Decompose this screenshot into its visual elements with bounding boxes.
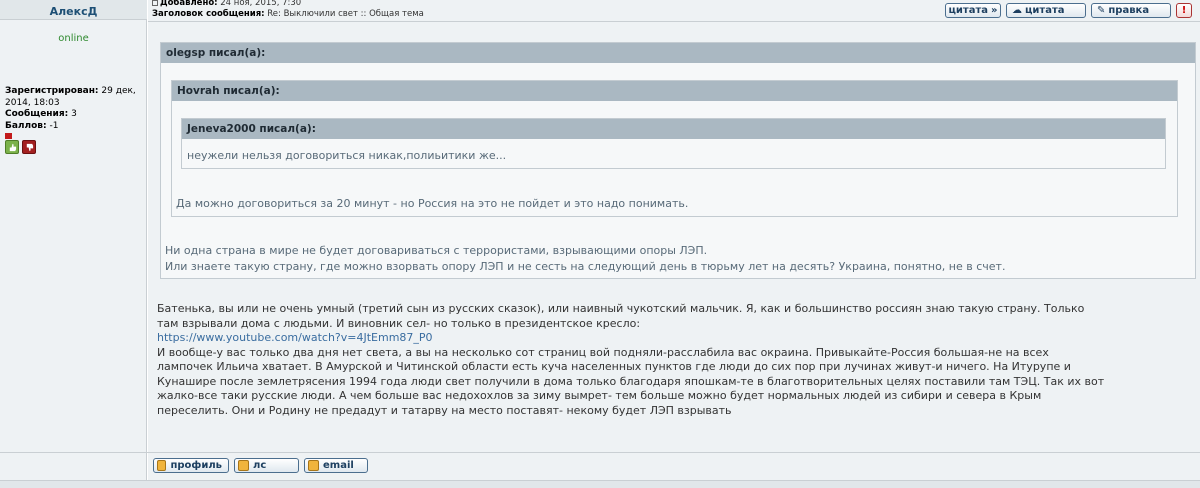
profile-icon bbox=[157, 460, 167, 471]
registered-row: Зарегистрирован: 29 дек, 2014, 18:03 bbox=[5, 86, 145, 109]
posts-label: Сообщения: bbox=[5, 109, 69, 119]
post-toolbar: цитата » ☁ цитата ✎ правка ! bbox=[945, 3, 1192, 18]
email-label: email bbox=[323, 460, 354, 471]
registered-label: Зарегистрирован: bbox=[5, 86, 99, 96]
envelope-icon bbox=[308, 460, 319, 471]
post-content: Добавлено: 24 ноя, 2015, 7:30 Заголовок … bbox=[148, 0, 1200, 480]
thumbs-up-icon[interactable] bbox=[5, 140, 19, 154]
username[interactable]: АлексД bbox=[50, 5, 98, 18]
quote-middle-text: Да можно договориться за 20 минут - но Р… bbox=[176, 197, 689, 210]
quote-outer-line-2: Или знаете такую страну, где можно взорв… bbox=[165, 260, 1006, 273]
posts-value: 3 bbox=[71, 109, 77, 119]
profile-button[interactable]: профиль bbox=[153, 458, 229, 473]
message-icon bbox=[238, 460, 249, 471]
points-row: Баллов: -1 bbox=[5, 121, 145, 133]
subject-value: Re: Выключили свет :: Общая тема bbox=[267, 9, 424, 19]
pm-button[interactable]: лс bbox=[234, 458, 299, 473]
post-icon bbox=[152, 0, 158, 6]
double-chevron-down-icon: » bbox=[991, 5, 998, 16]
quote-outer-text: Ни одна страна в мире не будет договарив… bbox=[165, 243, 1005, 275]
quote-selected-button[interactable]: цитата » bbox=[945, 3, 1001, 18]
posts-row: Сообщения: 3 bbox=[5, 109, 145, 121]
points-value: -1 bbox=[49, 120, 59, 131]
report-button[interactable]: ! bbox=[1176, 3, 1192, 18]
added-label: Добавлено: bbox=[160, 0, 218, 8]
user-sidebar: АлексД online Зарегистрирован: 29 дек, 2… bbox=[0, 0, 147, 480]
pencil-icon: ✎ bbox=[1097, 5, 1106, 16]
user-info: Зарегистрирован: 29 дек, 2014, 18:03 Соо… bbox=[5, 86, 145, 139]
quote-inner-author: Jeneva2000 писал(а): bbox=[182, 119, 1165, 139]
body-line-7: переселить. Они и Родину не предадут и т… bbox=[157, 403, 732, 417]
report-label: ! bbox=[1181, 5, 1187, 16]
post-meta: Добавлено: 24 ноя, 2015, 7:30 Заголовок … bbox=[152, 0, 424, 20]
quote-middle-author: Hovrah писал(а): bbox=[172, 81, 1177, 101]
quote-label: цитата bbox=[1025, 5, 1065, 16]
quote-outer-author: olegsp писал(а): bbox=[161, 43, 1195, 63]
post-header: Добавлено: 24 ноя, 2015, 7:30 Заголовок … bbox=[148, 0, 1200, 22]
email-button[interactable]: email bbox=[304, 458, 368, 473]
footer-divider bbox=[0, 480, 1200, 488]
pm-label: лс bbox=[253, 460, 267, 471]
online-status: online bbox=[58, 33, 89, 44]
user-actions: профиль лс email bbox=[153, 458, 368, 473]
added-row: Добавлено: 24 ноя, 2015, 7:30 bbox=[152, 0, 424, 9]
body-line-6: жалко-все таки русские люди. А чем больш… bbox=[157, 389, 1042, 402]
username-bar: АлексД bbox=[0, 0, 147, 20]
points-label: Баллов: bbox=[5, 120, 47, 131]
quote-selected-label: цитата bbox=[948, 5, 989, 16]
body-line-4: лампочек Ильича хватает. В Амурской и Чи… bbox=[157, 360, 1071, 373]
rank-mark-icon bbox=[5, 133, 12, 139]
subject-row: Заголовок сообщения: Re: Выключили свет … bbox=[152, 9, 424, 20]
speech-bubble-icon: ☁ bbox=[1012, 5, 1022, 16]
youtube-link[interactable]: https://www.youtube.com/watch?v=4JtEmm87… bbox=[157, 331, 1197, 346]
profile-label: профиль bbox=[170, 460, 222, 471]
thumbs-down-icon[interactable] bbox=[22, 140, 36, 154]
body-line-1: Батенька, вы или не очень умный (третий … bbox=[157, 302, 1085, 315]
post-body: Батенька, вы или не очень умный (третий … bbox=[157, 302, 1197, 418]
quote-button[interactable]: ☁ цитата bbox=[1006, 3, 1086, 18]
vote-buttons bbox=[5, 140, 36, 154]
body-line-3: И вообще-у вас только два дня нет света,… bbox=[157, 345, 1049, 359]
added-value: 24 ноя, 2015, 7:30 bbox=[220, 0, 302, 8]
quote-outer-line-1: Ни одна страна в мире не будет договарив… bbox=[165, 244, 708, 257]
edit-label: правка bbox=[1108, 5, 1150, 16]
quote-inner-text: неужели нельзя договориться никак,полиьи… bbox=[187, 149, 507, 162]
body-line-5: Кунашире после землетрясения 1994 года л… bbox=[157, 374, 1105, 388]
subject-label: Заголовок сообщения: bbox=[152, 9, 265, 19]
edit-button[interactable]: ✎ правка bbox=[1091, 3, 1171, 18]
body-line-2: там взрывали дома с людьми. И виновник с… bbox=[157, 316, 641, 330]
